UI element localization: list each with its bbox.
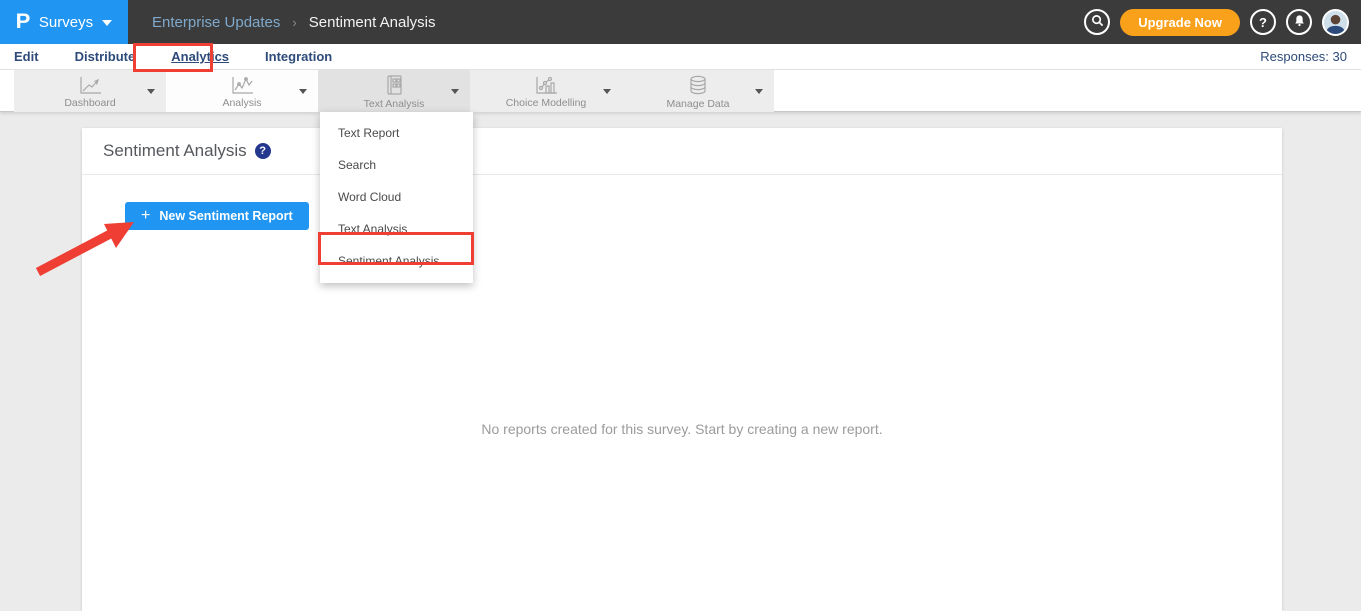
search-icon xyxy=(1091,14,1104,30)
empty-state-message: No reports created for this survey. Star… xyxy=(82,421,1282,437)
notifications-button[interactable] xyxy=(1286,9,1312,35)
tab-choice-modelling[interactable]: Choice Modelling xyxy=(470,70,622,112)
tab-label: Manage Data xyxy=(666,98,729,110)
chevron-down-icon xyxy=(451,89,459,94)
analytics-toolbar: Dashboard Analysis Text Analysis Choice … xyxy=(0,70,1361,112)
menu-item-sentiment-analysis[interactable]: Sentiment Analysis xyxy=(320,245,473,277)
chevron-down-icon xyxy=(603,89,611,94)
upgrade-now-button[interactable]: Upgrade Now xyxy=(1120,9,1240,36)
help-button[interactable]: ? xyxy=(1250,9,1276,35)
subnav-item-analytics[interactable]: Analytics xyxy=(171,49,229,64)
tab-analysis[interactable]: Analysis xyxy=(166,70,318,112)
menu-item-word-cloud[interactable]: Word Cloud xyxy=(320,181,473,213)
scatter-bars-icon xyxy=(533,76,559,95)
subnav-item-integration[interactable]: Integration xyxy=(265,49,332,64)
page-content: Sentiment Analysis ? + New Sentiment Rep… xyxy=(0,112,1361,611)
breadcrumb-separator-icon: › xyxy=(292,15,296,30)
header-actions: Upgrade Now ? xyxy=(1084,0,1349,44)
new-sentiment-report-button[interactable]: + New Sentiment Report xyxy=(125,202,309,230)
tab-dashboard[interactable]: Dashboard xyxy=(14,70,166,112)
tab-manage-data[interactable]: Manage Data xyxy=(622,70,774,112)
breadcrumb-page-title: Sentiment Analysis xyxy=(309,14,436,31)
bell-icon xyxy=(1293,14,1306,30)
new-report-button-label: New Sentiment Report xyxy=(159,209,292,223)
product-name: Surveys xyxy=(39,14,93,31)
chevron-down-icon xyxy=(147,89,155,94)
breadcrumb: Enterprise Updates › Sentiment Analysis xyxy=(152,14,435,31)
questionpro-logo-icon: P xyxy=(16,10,31,34)
menu-item-search[interactable]: Search xyxy=(320,149,473,181)
tab-label: Dashboard xyxy=(64,97,115,109)
ledger-book-icon xyxy=(384,75,404,96)
user-photo-icon xyxy=(1324,11,1347,34)
tab-label: Choice Modelling xyxy=(506,97,587,109)
page-title: Sentiment Analysis xyxy=(103,141,247,161)
menu-item-text-analysis[interactable]: Text Analysis xyxy=(320,213,473,245)
card-header: Sentiment Analysis ? xyxy=(82,128,1282,175)
question-mark-icon: ? xyxy=(1259,15,1267,30)
text-analysis-dropdown-menu: Text Report Search Word Cloud Text Analy… xyxy=(320,112,473,283)
database-icon xyxy=(687,75,709,96)
help-icon[interactable]: ? xyxy=(255,143,271,159)
survey-subnav: Edit Distribute Analytics Integration Re… xyxy=(0,44,1361,70)
breadcrumb-survey-name[interactable]: Enterprise Updates xyxy=(152,14,280,31)
plus-icon: + xyxy=(141,207,150,225)
sentiment-analysis-card: Sentiment Analysis ? + New Sentiment Rep… xyxy=(82,128,1282,611)
subnav-item-edit[interactable]: Edit xyxy=(14,49,39,64)
search-button[interactable] xyxy=(1084,9,1110,35)
top-header: P Surveys Enterprise Updates › Sentiment… xyxy=(0,0,1361,44)
line-chart-icon xyxy=(77,76,103,95)
chevron-down-icon xyxy=(102,20,112,26)
responses-count: Responses: 30 xyxy=(1260,49,1347,64)
tab-label: Text Analysis xyxy=(364,98,425,110)
menu-item-text-report[interactable]: Text Report xyxy=(320,117,473,149)
trend-chart-icon xyxy=(229,76,255,95)
tab-label: Analysis xyxy=(222,97,261,109)
chevron-down-icon xyxy=(755,89,763,94)
subnav-item-distribute[interactable]: Distribute xyxy=(75,49,136,64)
user-avatar[interactable] xyxy=(1322,9,1349,36)
tab-text-analysis[interactable]: Text Analysis xyxy=(318,70,470,112)
surveys-app-switcher[interactable]: P Surveys xyxy=(0,0,128,44)
chevron-down-icon xyxy=(299,89,307,94)
